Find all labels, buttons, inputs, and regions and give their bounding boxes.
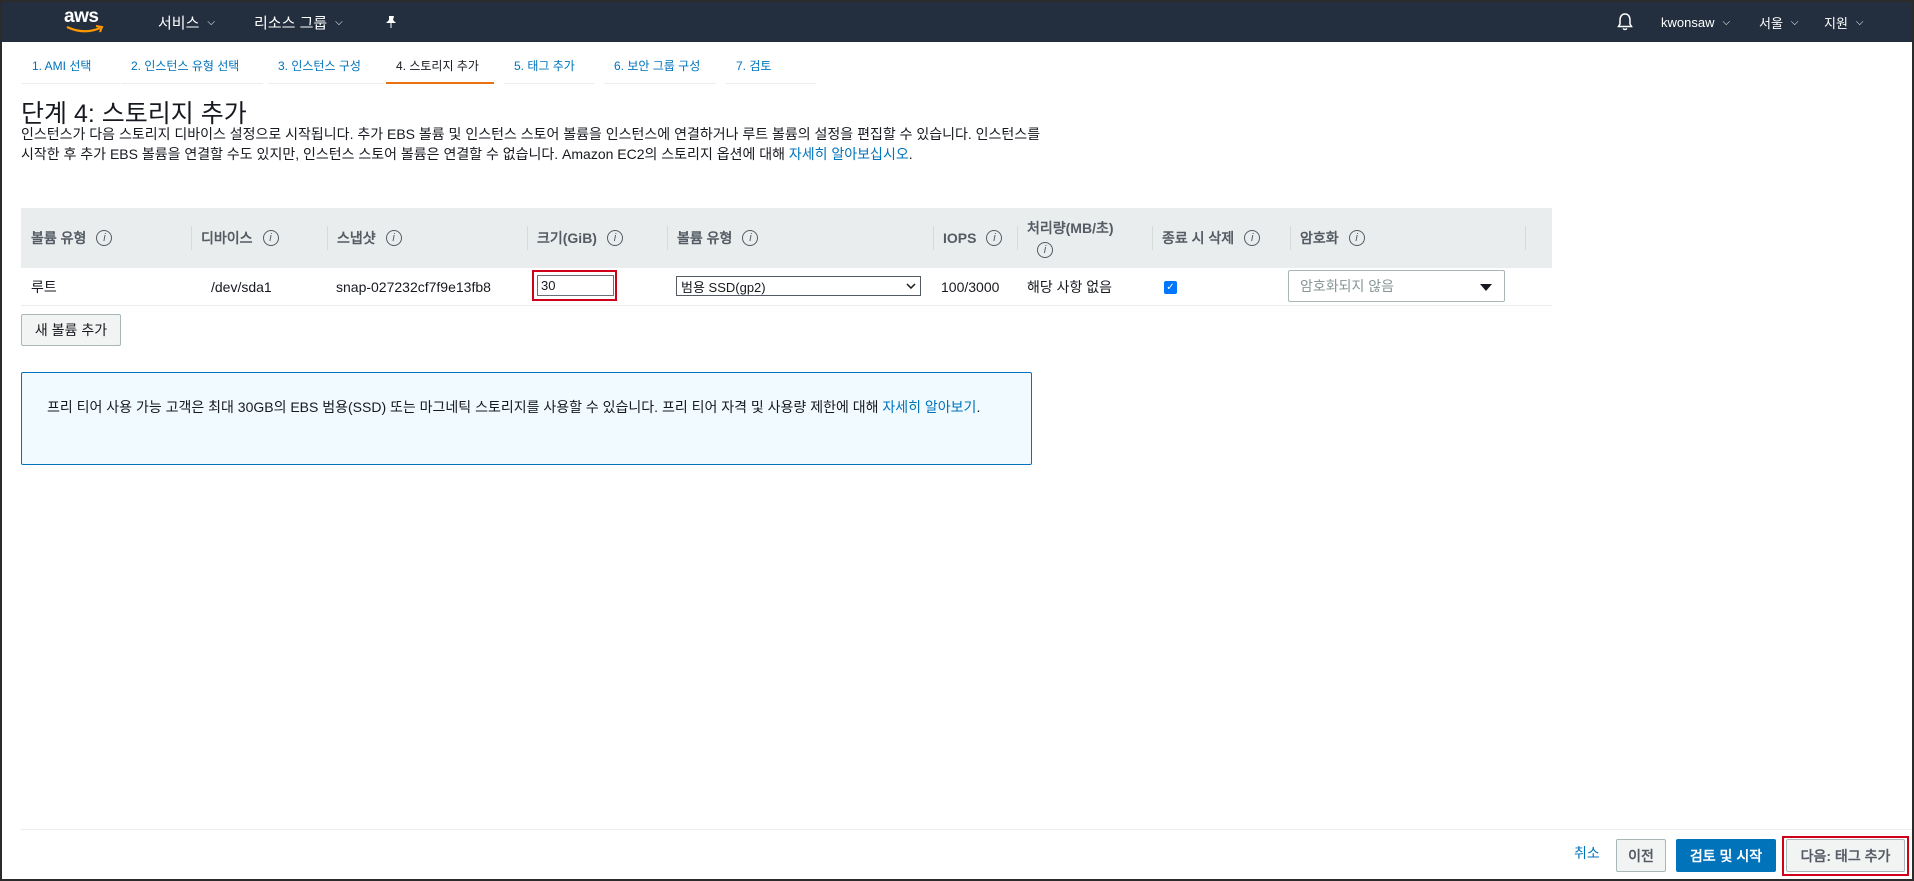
chevron-down-icon — [906, 283, 916, 289]
resource-groups-label: 리소스 그룹 — [254, 14, 328, 32]
header-size: 크기(GiB) i — [527, 208, 623, 268]
encryption-select[interactable]: 암호화되지 않음 — [1288, 270, 1505, 302]
info-icon[interactable]: i — [262, 230, 279, 246]
header-encryption: 암호화 i — [1290, 208, 1526, 268]
tab-configure-instance[interactable]: 3. 인스턴스 구성 — [268, 58, 384, 84]
storage-table-header: 볼륨 유형 i 디바이스 i 스냅샷 i 크기(GiB) i 볼륨 유형 i I… — [21, 208, 1552, 268]
header-volume-kind: 볼륨 유형 i — [667, 208, 759, 268]
support-label: 지원 — [1824, 15, 1848, 31]
pin-icon[interactable] — [384, 2, 398, 42]
delete-on-termination-checkbox[interactable]: ✓ — [1164, 281, 1177, 294]
tab-add-storage[interactable]: 4. 스토리지 추가 — [386, 58, 494, 84]
review-and-launch-button[interactable]: 검토 및 시작 — [1676, 839, 1776, 872]
next-add-tags-button[interactable]: 다음: 태그 추가 — [1786, 839, 1905, 872]
info-icon[interactable]: i — [96, 230, 113, 246]
previous-button[interactable]: 이전 — [1616, 839, 1666, 872]
user-label: kwonsaw — [1661, 14, 1715, 30]
support-menu[interactable]: 지원 ⌵ — [1824, 2, 1864, 42]
cell-throughput: 해당 사항 없음 — [1027, 279, 1113, 295]
volume-type-select[interactable]: 범용 SSD(gp2) — [676, 276, 921, 296]
info-icon[interactable]: i — [1348, 230, 1365, 246]
user-menu[interactable]: kwonsaw ⌵ — [1661, 2, 1730, 42]
header-snapshot: 스냅샷 i — [327, 208, 402, 268]
tab-add-tags[interactable]: 5. 태그 추가 — [504, 58, 594, 84]
info-icon[interactable]: i — [986, 230, 1003, 246]
chevron-down-icon: ⌵ — [335, 16, 343, 28]
cell-device: /dev/sda1 — [211, 279, 272, 295]
chevron-down-icon: ⌵ — [207, 16, 215, 28]
resource-groups-menu[interactable]: 리소스 그룹 ⌵ — [254, 2, 343, 42]
services-menu[interactable]: 서비스 ⌵ — [158, 2, 215, 42]
tab-security-group[interactable]: 6. 보안 그룹 구성 — [604, 58, 716, 84]
info-icon[interactable]: i — [606, 230, 623, 246]
cancel-link[interactable]: 취소 — [1574, 843, 1600, 863]
free-tier-info-box: 프리 티어 사용 가능 고객은 최대 30GB의 EBS 범용(SSD) 또는 … — [21, 372, 1032, 465]
region-menu[interactable]: 서울 ⌵ — [1759, 2, 1799, 42]
bell-icon[interactable] — [1617, 2, 1633, 42]
footer-divider — [21, 829, 1912, 830]
learn-more-link[interactable]: 자세히 알아보십시오 — [789, 146, 909, 162]
header-iops: IOPS i — [933, 208, 1003, 268]
page-description: 인스턴스가 다음 스토리지 디바이스 설정으로 시작됩니다. 추가 EBS 볼륨… — [21, 124, 1041, 164]
info-icon[interactable]: i — [1037, 242, 1053, 258]
encryption-selected: 암호화되지 않음 — [1300, 278, 1395, 294]
region-label: 서울 — [1759, 15, 1783, 31]
chevron-down-icon: ⌵ — [1855, 16, 1864, 28]
chevron-down-icon: ⌵ — [1790, 16, 1799, 28]
tab-choose-ami[interactable]: 1. AMI 선택 — [22, 58, 120, 84]
top-navigation-bar: aws 서비스 ⌵ 리소스 그룹 ⌵ kwonsaw ⌵ 서울 ⌵ 지원 ⌵ — [2, 2, 1912, 42]
cell-snapshot: snap-027232cf7f9e13fb8 — [336, 279, 491, 295]
info-icon[interactable]: i — [385, 230, 402, 246]
aws-logo-text: aws — [64, 6, 99, 27]
size-input[interactable] — [537, 275, 614, 296]
free-tier-message: 프리 티어 사용 가능 고객은 최대 30GB의 EBS 범용(SSD) 또는 … — [47, 399, 981, 415]
cell-volume-type: 루트 — [31, 279, 57, 295]
add-new-volume-button[interactable]: 새 볼륨 추가 — [21, 314, 121, 346]
header-volume-type: 볼륨 유형 i — [31, 208, 113, 268]
volume-type-selected: 범용 SSD(gp2) — [681, 279, 766, 295]
info-icon[interactable]: i — [1244, 230, 1261, 246]
info-icon[interactable]: i — [742, 230, 759, 246]
tab-choose-instance-type[interactable]: 2. 인스턴스 유형 선택 — [121, 58, 263, 84]
free-tier-learn-more-link[interactable]: 자세히 알아보기 — [882, 399, 976, 415]
aws-smile-icon — [66, 25, 104, 33]
header-throughput: 처리량(MB/초) i — [1017, 208, 1114, 268]
cell-iops: 100/3000 — [941, 279, 1000, 295]
description-end: . — [908, 146, 913, 162]
caret-down-icon — [1480, 284, 1492, 291]
tab-review[interactable]: 7. 검토 — [726, 58, 816, 84]
chevron-down-icon: ⌵ — [1722, 16, 1731, 28]
services-label: 서비스 — [158, 14, 200, 32]
aws-logo[interactable]: aws — [64, 6, 106, 38]
header-device: 디바이스 i — [191, 208, 279, 268]
header-delete-on-termination: 종료 시 삭제 i — [1152, 208, 1261, 268]
